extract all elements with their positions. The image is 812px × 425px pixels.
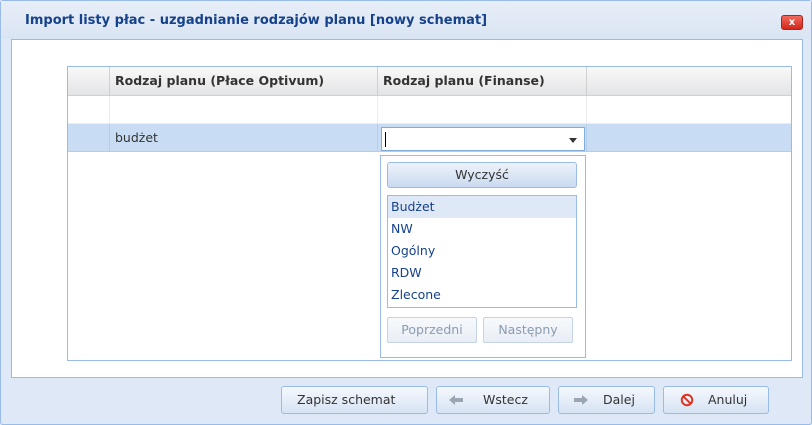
option-item[interactable]: Ogólny [388, 240, 576, 262]
back-button[interactable]: Wstecz [436, 386, 550, 414]
cancel-button[interactable]: Anuluj [663, 386, 769, 414]
save-schema-label: Zapisz schemat [297, 392, 396, 407]
dialog-body: Rodzaj planu (Płace Optivum) Rodzaj plan… [11, 39, 803, 378]
options-list: Budżet NW Ogólny RDW Zlecone [387, 195, 577, 308]
save-schema-button[interactable]: Zapisz schemat [281, 386, 428, 414]
mapping-grid: Rodzaj planu (Płace Optivum) Rodzaj plan… [67, 66, 792, 361]
column-header-optivum[interactable]: Rodzaj planu (Płace Optivum) [110, 67, 378, 95]
back-label: Wstecz [483, 392, 528, 407]
option-item[interactable]: Budżet [388, 196, 576, 218]
arrow-left-icon [449, 395, 463, 405]
import-dialog: Import listy płac - uzgadnianie rodzajów… [0, 0, 812, 425]
option-item[interactable]: Zlecone [388, 284, 576, 306]
option-item[interactable]: NW [388, 218, 576, 240]
arrow-right-icon [574, 395, 588, 405]
source-plan-cell [110, 96, 378, 123]
row-number-cell [68, 96, 110, 123]
text-cursor [385, 132, 386, 147]
target-plan-cell[interactable] [378, 96, 587, 123]
row-number-header [68, 67, 110, 95]
chevron-down-icon[interactable] [569, 138, 577, 143]
close-button[interactable]: x [781, 15, 803, 30]
dialog-title-bar[interactable]: Import listy płac - uzgadnianie rodzajów… [1, 1, 811, 39]
next-page-button[interactable]: Następny [483, 317, 573, 343]
row-number-cell [68, 124, 110, 151]
combo-dropdown: Wyczyść Budżet NW Ogólny RDW Zlecone Pop… [380, 155, 586, 358]
dialog-title: Import listy płac - uzgadnianie rodzajów… [25, 13, 488, 28]
grid-header: Rodzaj planu (Płace Optivum) Rodzaj plan… [68, 67, 791, 96]
source-plan-cell: budżet [110, 124, 378, 151]
clear-button[interactable]: Wyczyść [387, 162, 577, 188]
next-label: Dalej [603, 392, 635, 407]
previous-page-button[interactable]: Poprzedni [387, 317, 477, 343]
next-button[interactable]: Dalej [558, 386, 655, 414]
option-item[interactable]: RDW [388, 262, 576, 284]
plan-type-combo[interactable] [381, 127, 585, 151]
table-row[interactable] [68, 96, 791, 124]
column-header-finanse[interactable]: Rodzaj planu (Finanse) [378, 67, 587, 95]
cancel-label: Anuluj [708, 392, 748, 407]
cancel-icon [680, 393, 694, 407]
